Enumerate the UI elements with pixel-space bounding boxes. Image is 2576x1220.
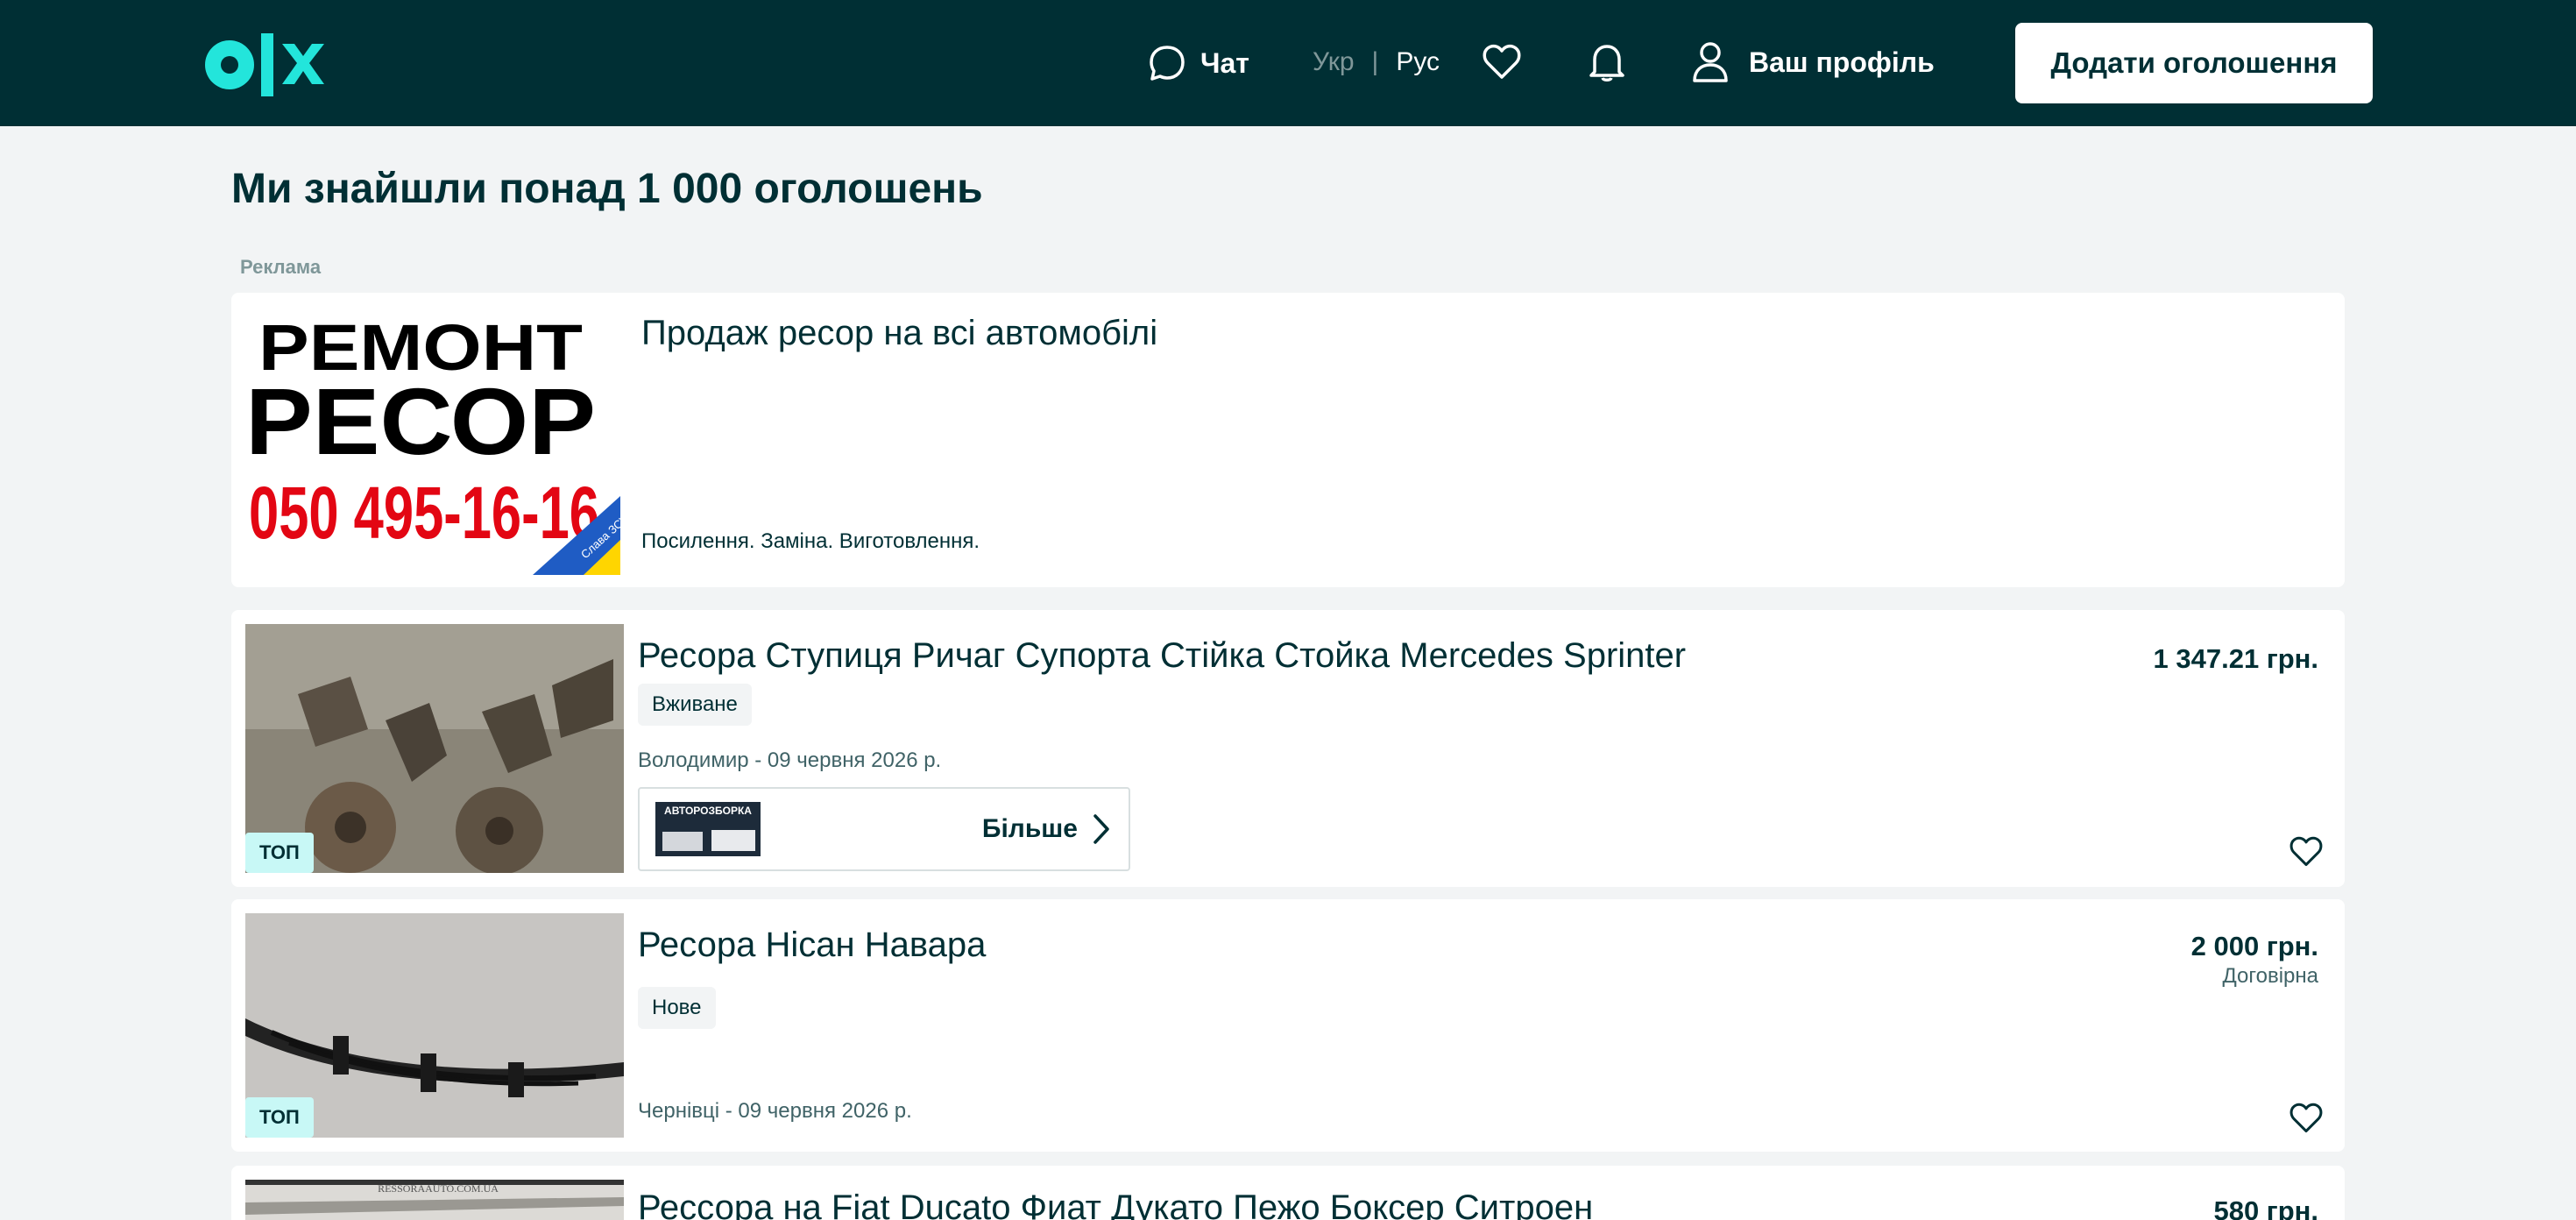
more-label: Більше [981, 814, 1078, 843]
listing-image[interactable]: RESSORAAUTO.COM.UA [245, 1180, 624, 1220]
listing-location-date: Чернівці - 09 червня 2026 р. [638, 1099, 912, 1123]
listing-title[interactable]: Ресора Нісан Навара [638, 926, 986, 965]
user-icon [1693, 42, 1728, 82]
chat-label: Чат [1200, 46, 1249, 79]
top-badge: ТОП [245, 1097, 314, 1138]
seller-logo-text: АВТОРОЗБОРКА [664, 805, 752, 817]
chat-link[interactable]: Чат [1148, 44, 1249, 82]
listing-card[interactable]: ТОП Ресора Нісан Навара Нове Чернівці - … [231, 899, 2345, 1152]
lang-separator: | [1371, 47, 1379, 76]
promo-image-line-2: РЕСОР [245, 368, 596, 474]
favorite-heart-icon[interactable] [2289, 1103, 2324, 1134]
listing-location-date: Володимир - 09 червня 2026 р. [638, 748, 942, 772]
listing-title[interactable]: Ресора Ступиця Ричаг Супорта Стійка Стой… [638, 636, 1686, 676]
chevron-right-icon [1093, 814, 1109, 844]
top-header: Чат Укр | Рус Ваш профіль Додати оголоше… [0, 0, 2576, 126]
favorites-heart-icon[interactable] [1483, 44, 1521, 81]
condition-badge: Нове [638, 987, 716, 1029]
promo-image-phone: 050 495-16-16 [249, 472, 599, 554]
condition-badge: Вживане [638, 684, 752, 726]
lang-ukr[interactable]: Укр [1313, 47, 1355, 77]
top-badge: ТОП [245, 833, 314, 873]
promo-description: Посилення. Заміна. Виготовлення. [641, 529, 980, 553]
more-link[interactable]: Більше [982, 813, 1111, 845]
notifications-bell-icon[interactable] [1588, 42, 1626, 82]
favorite-heart-icon[interactable] [2289, 836, 2324, 868]
price-negotiable: Договірна [2222, 964, 2318, 988]
promo-title[interactable]: Продаж ресор на всі автомобілі [641, 314, 1157, 353]
listing-price: 1 347.21 грн. [2153, 643, 2318, 674]
listing-title[interactable]: Рессора на Fiat Ducato Фиат Дукато Пежо … [638, 1188, 1593, 1220]
listing-card[interactable]: ТОП Ресора Ступиця Ричаг Супорта Стійка … [231, 610, 2345, 887]
profile-label: Ваш профіль [1749, 46, 1935, 78]
listing-image[interactable]: ТОП [245, 913, 624, 1138]
language-switcher: Укр | Рус [1313, 47, 1440, 77]
ad-label: Реклама [240, 256, 322, 278]
listing-price: 2 000 грн. [2190, 931, 2318, 961]
seller-more-box[interactable]: АВТОРОЗБОРКА Більше [638, 787, 1130, 871]
page-title: Ми знайшли понад 1 000 оголошень [231, 166, 983, 212]
add-listing-button[interactable]: Додати оголошення [2015, 23, 2373, 103]
chat-bubble-icon [1150, 46, 1185, 81]
seller-logo: АВТОРОЗБОРКА [655, 802, 761, 856]
promo-ad-image: РЕМОНТ РЕСОР 050 495-16-16 Слава ЗСУ [244, 305, 620, 575]
profile-link[interactable]: Ваш профіль [1691, 40, 1935, 84]
listing-price: 580 грн. [2213, 1195, 2318, 1220]
listing-photo-watermark: RESSORAAUTO.COM.UA [378, 1182, 499, 1195]
listing-photo: RESSORAAUTO.COM.UA [245, 1180, 624, 1220]
listing-image[interactable]: ТОП [245, 624, 624, 873]
promo-ad-card[interactable]: РЕМОНТ РЕСОР 050 495-16-16 Слава ЗСУ Про… [231, 293, 2345, 587]
olx-logo[interactable] [203, 30, 333, 100]
lang-rus[interactable]: Рус [1396, 47, 1440, 77]
listing-card[interactable]: RESSORAAUTO.COM.UA Рессора на Fiat Ducat… [231, 1166, 2345, 1220]
